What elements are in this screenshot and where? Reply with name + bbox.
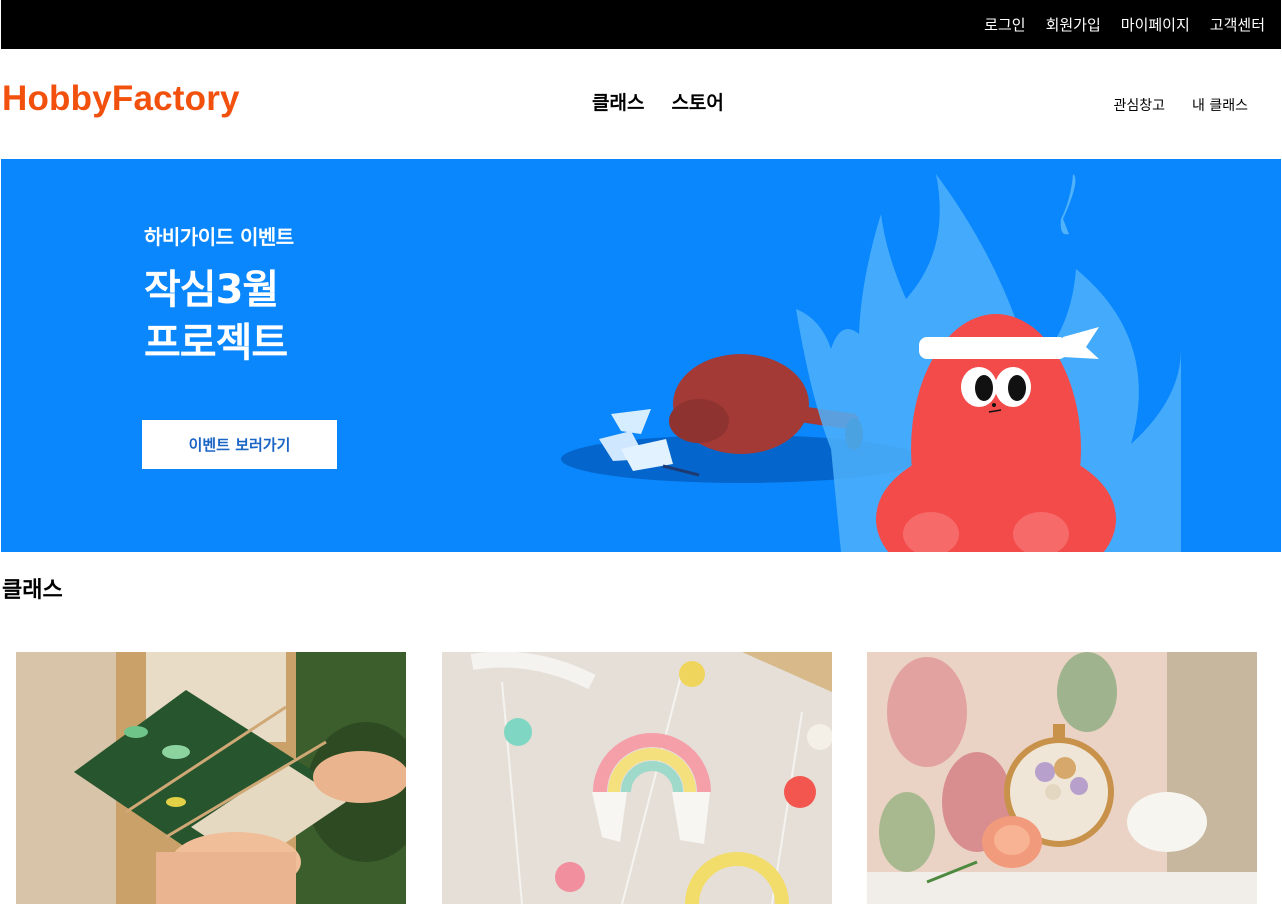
mypage-link[interactable]: 마이페이지 [1121,14,1190,35]
nav-item-class[interactable]: 클래스 [592,88,644,115]
banner-title-line-2: 프로젝트 [144,320,288,366]
section-title-class: 클래스 [2,578,63,603]
banner-title: 작심3월 프로젝트 [144,264,294,370]
embroidery-photo [867,652,1257,904]
macrame-photo [442,652,832,904]
class-card-3[interactable] [867,652,1257,904]
main-nav: 클래스 스토어 [592,88,724,115]
book-wrapping-photo [16,652,406,904]
class-card-1[interactable] [16,652,406,904]
user-nav: 관심창고 내 클래스 [1113,95,1248,115]
nav-item-store[interactable]: 스토어 [671,88,723,115]
banner-title-line-1: 작심3월 [144,267,279,313]
class-card-2[interactable] [442,652,832,904]
login-link[interactable]: 로그인 [984,14,1025,35]
signup-link[interactable]: 회원가입 [1046,14,1101,35]
utility-nav: 로그인 회원가입 마이페이지 고객센터 [984,0,1265,49]
view-event-button[interactable]: 이벤트 보러가기 [142,420,337,469]
top-utility-bar: 로그인 회원가입 마이페이지 고객센터 [1,0,1281,49]
wishlist-link[interactable]: 관심창고 [1113,95,1165,115]
my-class-link[interactable]: 내 클래스 [1192,95,1248,115]
customer-center-link[interactable]: 고객센터 [1210,14,1265,35]
banner-kicker: 하비가이드 이벤트 [144,225,294,249]
banner-copy: 하비가이드 이벤트 작심3월 프로젝트 [144,221,294,370]
event-banner[interactable]: 하비가이드 이벤트 작심3월 프로젝트 이벤트 보러가기 [1,159,1281,552]
site-logo[interactable]: HobbyFactory [2,78,240,120]
